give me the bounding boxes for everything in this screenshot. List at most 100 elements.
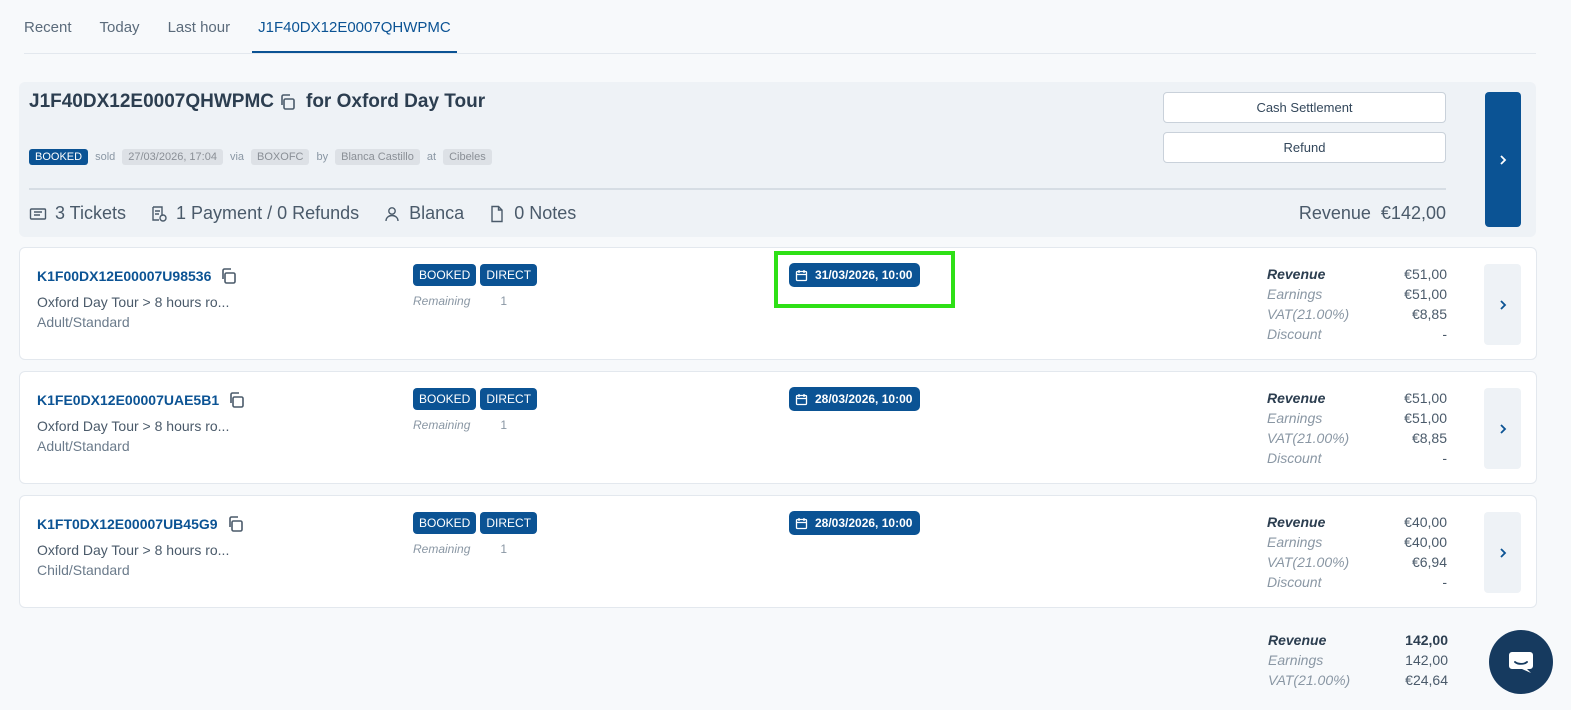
chevron-right-icon [1499, 423, 1506, 434]
channel-badge: DIRECT [480, 388, 538, 410]
discount-label: Discount [1267, 574, 1322, 590]
payments-count: 1 Payment / 0 Refunds [176, 203, 360, 223]
user-name: Blanca [409, 203, 465, 223]
vat-value: €8,85 [1411, 306, 1447, 322]
chat-icon [1509, 652, 1533, 673]
order-summary: 3 Tickets 1 Payment / 0 Refunds Blanca 0… [29, 203, 600, 224]
payments-summary[interactable]: 1 Payment / 0 Refunds [150, 203, 359, 224]
order-code: J1F40DX12E0007QHWPMC [29, 91, 274, 112]
remaining-label: Remaining [413, 294, 471, 308]
vat-label: VAT(21.00%) [1267, 306, 1350, 322]
ticket-financials: Revenue €51,00 Earnings €51,00 VAT(21.00%)… [1267, 264, 1447, 344]
ticket-code-link[interactable]: K1F00DX12E00007U98536 [37, 266, 247, 286]
order-expand-button[interactable] [1485, 92, 1521, 227]
ticket-badges: BOOKED DIRECT [413, 264, 541, 286]
ticket-code: K1F00DX12E00007U98536 [37, 268, 212, 284]
ticket-open-button[interactable] [1484, 512, 1521, 593]
copy-icon[interactable] [278, 92, 298, 112]
user-icon [385, 206, 399, 221]
divider [29, 188, 1446, 190]
earnings-value: €51,00 [1404, 286, 1447, 302]
location: Cibeles [443, 149, 492, 165]
discount-value: - [1442, 574, 1447, 590]
order-meta: BOOKED sold 27/03/2026, 17:04 via BOXOFC… [29, 149, 492, 165]
date-pill[interactable]: 28/03/2026, 10:00 [789, 511, 921, 535]
ticket-icon [29, 207, 47, 220]
ticket-variant: Child/Standard [37, 562, 130, 578]
ticket-remaining: Remaining 1 [413, 294, 507, 308]
notes-summary[interactable]: 0 Notes [488, 203, 576, 224]
date-pill[interactable]: 31/03/2026, 10:00 [789, 263, 921, 287]
ticket-remaining: Remaining 1 [413, 418, 507, 432]
order-title: J1F40DX12E0007QHWPMC for Oxford Day Tour [29, 91, 485, 113]
via-label: via [229, 151, 245, 163]
discount-label: Discount [1267, 326, 1322, 342]
via-channel: BOXOFC [251, 149, 310, 165]
remaining-value: 1 [500, 418, 508, 432]
calendar-icon [795, 269, 808, 281]
chevron-right-icon [1499, 299, 1506, 310]
ticket-open-button[interactable] [1484, 388, 1521, 469]
earnings-label: Earnings [1267, 534, 1323, 550]
order-revenue-value: €142,00 [1380, 203, 1446, 223]
tickets-summary[interactable]: 3 Tickets [29, 203, 126, 224]
copy-icon[interactable] [227, 390, 247, 410]
ticket-badges: BOOKED DIRECT [413, 512, 541, 534]
vat-value: €6,94 [1411, 554, 1447, 570]
refund-button[interactable]: Refund [1163, 132, 1446, 163]
ticket-code-link[interactable]: K1FE0DX12E00007UAE5B1 [37, 390, 255, 410]
order-header-card: J1F40DX12E0007QHWPMC for Oxford Day Tour… [19, 82, 1536, 237]
discount-value: - [1442, 326, 1447, 342]
ticket-code: K1FE0DX12E00007UAE5B1 [37, 392, 220, 408]
earnings-value: €40,00 [1404, 534, 1447, 550]
seller-name: Blanca Castillo [335, 149, 420, 165]
ticket-financials: Revenue €51,00 Earnings €51,00 VAT(21.00%)… [1267, 388, 1447, 468]
date-pill[interactable]: 28/03/2026, 10:00 [789, 387, 921, 411]
ticket-date: 28/03/2026, 10:00 [815, 516, 913, 530]
tab-last-hour[interactable]: Last hour [168, 19, 231, 53]
tab-order[interactable]: J1F40DX12E0007QHWPMC [252, 19, 457, 53]
vat-label: VAT(21.00%) [1267, 554, 1350, 570]
cash-settlement-button[interactable]: Cash Settlement [1163, 92, 1446, 123]
ticket-code-link[interactable]: K1FT0DX12E00007UB45G9 [37, 514, 254, 534]
status-badge: BOOKED [413, 264, 477, 286]
calendar-icon [795, 393, 808, 405]
earnings-label: Earnings [1267, 286, 1323, 302]
calendar-icon [795, 517, 808, 529]
ticket-date: 31/03/2026, 10:00 [815, 268, 913, 282]
ticket-code: K1FT0DX12E00007UB45G9 [37, 516, 218, 532]
ticket-card: K1FE0DX12E00007UAE5B1 Oxford Day Tour > … [19, 371, 1537, 484]
tab-today[interactable]: Today [100, 19, 140, 53]
ticket-variant: Adult/Standard [37, 314, 130, 330]
order-revenue: Revenue €142,00 [1299, 203, 1446, 224]
ticket-open-button[interactable] [1484, 264, 1521, 345]
tab-recent[interactable]: Recent [24, 19, 72, 53]
revenue-value: €40,00 [1404, 514, 1447, 530]
revenue-value: €51,00 [1404, 390, 1447, 406]
chevron-right-icon [1499, 547, 1506, 558]
revenue-value: €51,00 [1404, 266, 1447, 282]
by-label: by [316, 151, 329, 163]
ticket-financials: Revenue €40,00 Earnings €40,00 VAT(21.00%)… [1267, 512, 1447, 592]
sold-label: sold [95, 151, 116, 163]
channel-badge: DIRECT [480, 512, 538, 534]
tickets-count: 3 Tickets [55, 203, 127, 223]
earnings-label: Earnings [1267, 410, 1323, 426]
chevron-right-icon [1500, 154, 1507, 165]
total-revenue-value: 142,00 [1405, 632, 1448, 648]
sold-date: 27/03/2026, 17:04 [122, 149, 223, 165]
vat-label: VAT(21.00%) [1267, 430, 1350, 446]
user-summary[interactable]: Blanca [383, 203, 464, 224]
ticket-card: K1F00DX12E00007U98536 Oxford Day Tour > … [19, 247, 1537, 360]
order-revenue-label: Revenue [1298, 203, 1371, 223]
remaining-value: 1 [500, 542, 508, 556]
copy-icon[interactable] [219, 266, 239, 286]
ticket-product: Oxford Day Tour > 8 hours ro... [37, 542, 230, 558]
ticket-variant: Adult/Standard [37, 438, 130, 454]
notes-count: 0 Notes [514, 203, 577, 223]
chat-button[interactable] [1489, 630, 1553, 694]
ticket-product: Oxford Day Tour > 8 hours ro... [37, 418, 230, 434]
payment-icon [152, 205, 167, 222]
copy-icon[interactable] [226, 514, 246, 534]
channel-badge: DIRECT [480, 264, 538, 286]
